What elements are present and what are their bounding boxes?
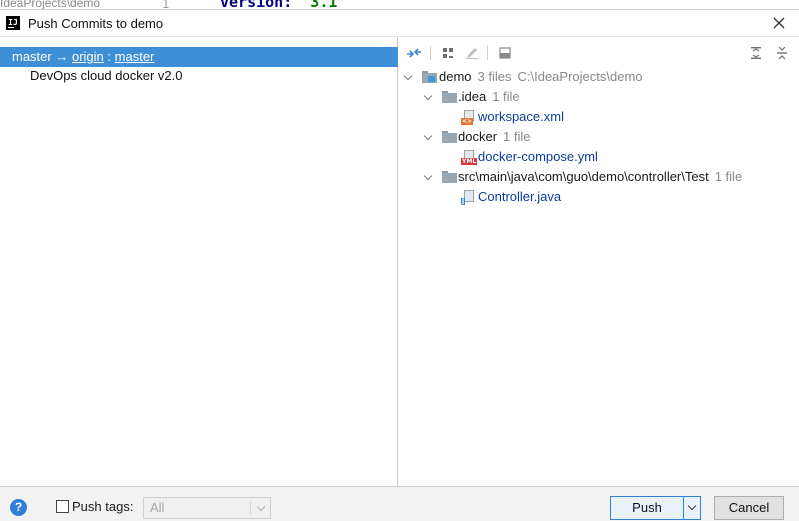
commit-item[interactable]: DevOps cloud docker v2.0 — [30, 67, 182, 85]
root-path: C:\IdeaProjects\demo — [517, 69, 643, 84]
push-tags-checkbox[interactable] — [56, 500, 69, 513]
push-tags-label[interactable]: Push tags: — [72, 499, 133, 514]
push-options-dropdown[interactable] — [684, 497, 700, 519]
module-folder-icon — [422, 71, 437, 83]
push-dialog: IJ Push Commits to demo master → origin … — [0, 9, 799, 521]
changes-pane: demo 3 files C:\IdeaProjects\demo .idea 1 f… — [399, 37, 799, 486]
group-by-button[interactable] — [439, 44, 457, 62]
edit-source-icon — [466, 48, 478, 59]
branch-separator: : — [107, 49, 112, 64]
branch-arrow: → — [55, 49, 69, 64]
intellij-app-icon: IJ — [6, 16, 20, 30]
java-file-icon: J — [461, 190, 476, 205]
select-separator — [250, 501, 251, 515]
chevron-down-icon — [256, 502, 266, 512]
close-icon — [773, 17, 785, 29]
file-name: docker-compose.yml — [478, 149, 598, 164]
tree-node-label: demo 3 files C:\IdeaProjects\demo — [439, 67, 643, 87]
chevron-down-icon[interactable] — [423, 87, 435, 107]
changes-toolbar — [399, 41, 799, 65]
expand-all-button[interactable] — [747, 44, 765, 62]
local-branch: master — [12, 49, 52, 64]
dialog-footer: ? Push tags: All Push Cancel — [0, 488, 799, 521]
commits-pane: master → origin : master DevOps cloud do… — [0, 37, 398, 486]
remote-branch-link[interactable]: master — [115, 49, 155, 64]
yml-file-icon: YML — [461, 150, 478, 165]
remote-name-link[interactable]: origin — [72, 49, 104, 64]
collapse-all-icon — [777, 46, 787, 60]
folder-name: .idea — [458, 89, 487, 104]
folder-icon — [442, 91, 457, 103]
collapse-panel-icon — [499, 47, 511, 59]
help-icon: ? — [14, 500, 23, 514]
push-tags-select: All — [143, 497, 271, 519]
branch-row[interactable]: master → origin : master — [0, 47, 398, 67]
file-name: Controller.java — [478, 189, 562, 204]
folder-count: 1 file — [714, 169, 743, 184]
folder-name: docker — [458, 129, 498, 144]
toolbar-separator — [487, 46, 488, 60]
tree-node-label: src\main\java\com\guo\demo\controller\Te… — [458, 167, 742, 187]
folder-name: src\main\java\com\guo\demo\controller\Te… — [458, 169, 709, 184]
collapse-all-button[interactable] — [773, 44, 791, 62]
folder-icon — [442, 171, 457, 183]
toolbar-separator — [430, 46, 431, 60]
folder-count: 1 file — [492, 89, 520, 104]
chevron-down-icon[interactable] — [423, 167, 435, 187]
group-by-icon — [443, 48, 453, 58]
root-name: demo — [439, 69, 472, 84]
root-count: 3 files — [477, 69, 512, 84]
tree-node-label: docker 1 file — [458, 127, 531, 147]
chevron-down-icon[interactable] — [403, 67, 415, 87]
cancel-button[interactable]: Cancel — [714, 496, 784, 520]
title-bar: IJ Push Commits to demo — [0, 10, 799, 36]
xml-file-icon: <> — [461, 110, 476, 125]
chevron-down-icon[interactable] — [423, 127, 435, 147]
dialog-content: master → origin : master DevOps cloud do… — [0, 36, 799, 487]
push-button-label[interactable]: Push — [611, 497, 683, 519]
close-button[interactable] — [769, 13, 789, 33]
dialog-title: Push Commits to demo — [28, 16, 164, 31]
show-diff-button[interactable] — [405, 44, 423, 62]
tree-node-label: .idea 1 file — [458, 87, 520, 107]
folder-count: 1 file — [503, 129, 531, 144]
push-tags-select-value: All — [150, 500, 165, 515]
push-button[interactable]: Push — [610, 496, 701, 520]
folder-icon — [442, 131, 457, 143]
help-button[interactable]: ? — [10, 499, 27, 516]
expand-all-icon — [751, 47, 761, 59]
file-name: workspace.xml — [478, 109, 564, 124]
collapse-panel-button[interactable] — [496, 44, 514, 62]
show-diff-icon — [407, 48, 421, 58]
edit-source-button[interactable] — [463, 44, 481, 62]
